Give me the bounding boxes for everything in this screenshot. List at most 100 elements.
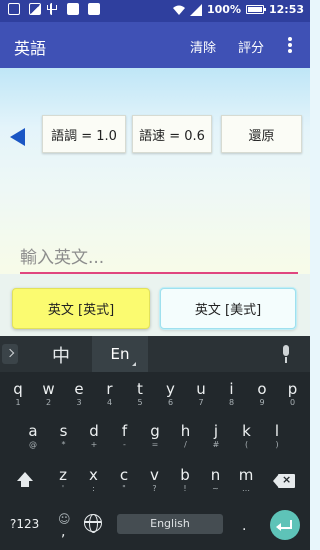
- key-p[interactable]: p0: [280, 380, 306, 408]
- key-e[interactable]: e3: [66, 380, 92, 408]
- image-icon: [29, 3, 41, 15]
- key-f[interactable]: f-: [112, 422, 138, 450]
- key-letter: p: [287, 380, 298, 398]
- key-i[interactable]: i8: [219, 380, 245, 408]
- key-hint: …: [242, 484, 250, 493]
- key-a[interactable]: a @: [20, 422, 46, 450]
- key-hint: !: [183, 484, 187, 493]
- space-key[interactable]: English: [117, 514, 223, 534]
- key-letter: a: [28, 422, 38, 440]
- key-hint: ': [61, 484, 65, 493]
- key-letter: f: [121, 422, 128, 440]
- key-letter: u: [196, 380, 206, 398]
- key-letter: q: [13, 380, 23, 398]
- bag-icon: [88, 3, 100, 15]
- message-icon: [8, 3, 20, 15]
- english-input-tab[interactable]: En: [92, 336, 148, 372]
- key-hint: 1: [15, 398, 21, 407]
- speak-us-button[interactable]: 英文 [美式]: [160, 288, 296, 329]
- key-h[interactable]: h /: [173, 422, 199, 450]
- bag-icon: [67, 3, 79, 15]
- key-hint: 5: [137, 398, 143, 407]
- key-w[interactable]: w2: [36, 380, 62, 408]
- key-letter: e: [74, 380, 84, 398]
- key-l[interactable]: l): [264, 422, 290, 450]
- key-n[interactable]: n ~: [203, 466, 229, 494]
- key-hint: *: [61, 440, 66, 449]
- status-bar: 100% 12:53: [0, 0, 310, 22]
- notification-icons: [8, 3, 100, 15]
- key-hint: 3: [76, 398, 82, 407]
- key-b[interactable]: b!: [172, 466, 198, 494]
- soft-keyboard: 中 En q1w2e3r4t5y6u7i8o9p0 a @ s * d + f - g = h / j #…: [0, 336, 310, 550]
- status-time: 12:53: [268, 3, 304, 16]
- key-r[interactable]: r4: [97, 380, 123, 408]
- key-letter: z: [59, 466, 67, 484]
- key-letter: b: [180, 466, 190, 484]
- key-letter: w: [42, 380, 55, 398]
- key-letter: r: [106, 380, 113, 398]
- key-d[interactable]: d +: [81, 422, 107, 450]
- keyboard-toolbar: 中 En: [0, 336, 310, 372]
- microphone-icon[interactable]: [281, 345, 291, 364]
- key-k[interactable]: k(: [234, 422, 260, 450]
- key-hint: 4: [106, 398, 113, 407]
- overflow-menu-icon[interactable]: [287, 37, 293, 53]
- key-letter: m: [238, 466, 254, 484]
- key-c[interactable]: c ": [111, 466, 137, 494]
- key-u[interactable]: u7: [188, 380, 214, 408]
- key-letter: o: [257, 380, 267, 398]
- key-t[interactable]: t5: [127, 380, 153, 408]
- key-z[interactable]: z ': [50, 466, 76, 494]
- key-hint: @: [29, 440, 37, 449]
- signal-icon: [190, 3, 202, 16]
- key-hint: :: [92, 484, 95, 493]
- key-letter: s: [59, 422, 68, 440]
- key-x[interactable]: x:: [81, 466, 107, 494]
- period-key[interactable]: .: [242, 518, 246, 534]
- key-hint: =: [151, 440, 159, 449]
- key-s[interactable]: s *: [51, 422, 77, 450]
- chinese-input-tab[interactable]: 中: [52, 342, 70, 368]
- app-title: 英語: [14, 39, 47, 58]
- globe-icon[interactable]: [84, 514, 102, 533]
- back-arrow-icon[interactable]: [10, 128, 25, 146]
- key-j[interactable]: j #: [203, 422, 229, 450]
- speak-uk-button[interactable]: 英文 [英式]: [12, 288, 150, 329]
- symbols-key[interactable]: ?123: [10, 517, 39, 531]
- key-hint: #: [212, 440, 220, 449]
- key-hint: 7: [198, 398, 204, 407]
- key-letter: h: [180, 422, 191, 440]
- key-hint: ~: [212, 484, 219, 493]
- key-hint: -: [123, 440, 126, 449]
- key-q[interactable]: q1: [5, 380, 31, 408]
- rate-button[interactable]: 評分: [238, 37, 264, 56]
- speed-button[interactable]: 語速 = 0.6: [132, 115, 212, 153]
- expand-icon[interactable]: [2, 344, 18, 364]
- battery-percent: 100%: [207, 3, 241, 16]
- english-input-container: [20, 244, 298, 274]
- key-letter: j: [213, 422, 219, 440]
- key-g[interactable]: g =: [142, 422, 168, 450]
- key-letter: g: [150, 422, 160, 440]
- shift-icon[interactable]: [15, 472, 35, 490]
- key-y[interactable]: y6: [158, 380, 184, 408]
- key-o[interactable]: o9: [249, 380, 275, 408]
- system-icons: 100% 12:53: [173, 3, 304, 16]
- battery-icon: [245, 5, 266, 14]
- key-hint: ": [122, 484, 126, 493]
- key-letter: x: [89, 466, 98, 484]
- key-m[interactable]: m…: [233, 466, 259, 494]
- tone-button[interactable]: 語調 = 1.0: [42, 115, 126, 153]
- clear-button[interactable]: 清除: [190, 37, 216, 56]
- key-letter: y: [166, 380, 175, 398]
- enter-icon[interactable]: [270, 510, 300, 540]
- comma-key[interactable]: ,: [61, 524, 65, 540]
- key-letter: i: [229, 380, 234, 398]
- key-letter: t: [137, 380, 143, 398]
- english-input[interactable]: [20, 244, 298, 272]
- reset-button[interactable]: 還原: [221, 115, 302, 153]
- backspace-icon[interactable]: ×: [273, 473, 295, 488]
- key-v[interactable]: v?: [142, 466, 168, 494]
- key-hint: +: [90, 440, 98, 449]
